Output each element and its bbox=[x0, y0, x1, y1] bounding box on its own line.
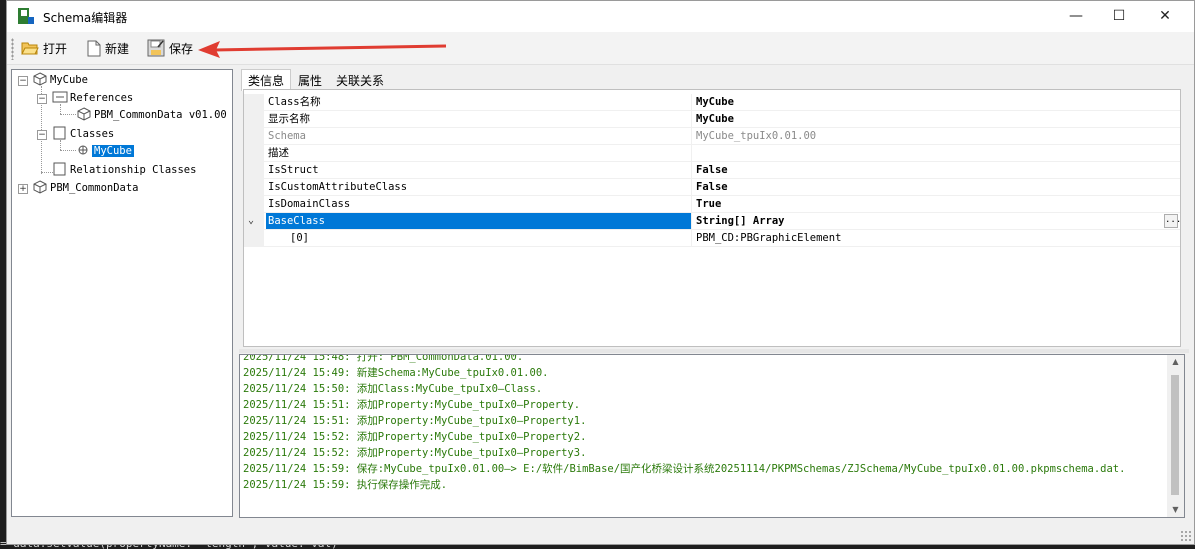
property-value[interactable]: String[] Array bbox=[696, 213, 1176, 229]
tree-line bbox=[60, 140, 61, 150]
minimize-button[interactable]: — bbox=[1053, 1, 1099, 32]
property-name: [0] bbox=[266, 230, 692, 246]
new-button[interactable]: 新建 bbox=[87, 37, 129, 59]
cube-icon bbox=[32, 179, 48, 197]
log-line: 2025/11/24 15:51: 添加Property:MyCube_tpuI… bbox=[243, 415, 587, 427]
new-label: 新建 bbox=[105, 41, 130, 56]
property-value: MyCube_tpuIx0.01.00 bbox=[696, 130, 817, 142]
root-collapse-toggle[interactable]: − bbox=[18, 76, 28, 86]
toolbar: 打开 新建 保存 bbox=[7, 32, 1194, 65]
tab-strip: 类信息 属性 关联关系 bbox=[241, 69, 391, 91]
open-button[interactable]: 打开 bbox=[21, 37, 67, 59]
property-name: 描述 bbox=[266, 145, 692, 161]
tree-node-classes-label: Classes bbox=[70, 128, 115, 140]
property-row[interactable]: IsDomainClass True bbox=[244, 196, 1180, 213]
panel-splitter[interactable] bbox=[239, 349, 1189, 353]
tab-class-info[interactable]: 类信息 bbox=[241, 69, 292, 91]
tree-node-common-data-label: PBM_CommonData bbox=[50, 182, 139, 194]
open-label: 打开 bbox=[43, 41, 68, 56]
property-row[interactable]: 描述 bbox=[244, 145, 1180, 162]
references-collapse-toggle[interactable]: − bbox=[37, 94, 47, 104]
property-value[interactable]: PBM_CD:PBGraphicElement bbox=[696, 230, 1176, 246]
property-row[interactable]: Class名称 MyCube bbox=[244, 94, 1180, 111]
resize-grip[interactable] bbox=[1180, 530, 1192, 542]
property-value[interactable]: False bbox=[696, 162, 1176, 178]
ellipsis-button[interactable]: ... bbox=[1164, 214, 1180, 228]
scroll-thumb[interactable] bbox=[1171, 375, 1179, 495]
save-icon bbox=[147, 39, 165, 57]
folder-open-icon bbox=[21, 40, 39, 56]
app-logo-icon bbox=[17, 7, 35, 25]
property-row[interactable]: IsStruct False bbox=[244, 162, 1180, 179]
toolbar-grip[interactable] bbox=[11, 38, 14, 60]
tree-node-class-item-label: MyCube bbox=[91, 144, 135, 158]
tree-node-relationship-classes-label: Relationship Classes bbox=[70, 164, 197, 176]
tree-line bbox=[60, 150, 76, 151]
property-value[interactable]: MyCube bbox=[696, 94, 1176, 110]
window-title: Schema编辑器 bbox=[43, 11, 128, 25]
tree-line bbox=[60, 114, 76, 115]
tree-node-references-label: References bbox=[70, 92, 134, 104]
annotation-arrow-icon bbox=[198, 41, 447, 58]
tree-node-ref-item[interactable]: PBM_CommonData v01.00 bbox=[76, 106, 229, 124]
property-name: BaseClass bbox=[266, 213, 692, 229]
property-row[interactable]: [0] PBM_CD:PBGraphicElement bbox=[244, 230, 1180, 247]
log-line: 2025/11/24 15:51: 添加Property:MyCube_tpuI… bbox=[243, 399, 581, 411]
tree-node-relationship-classes[interactable]: Relationship Classes bbox=[52, 162, 198, 178]
property-row-selected[interactable]: ⌄ BaseClass String[] Array ... bbox=[244, 213, 1180, 230]
property-name: IsCustomAttributeClass bbox=[266, 179, 692, 195]
log-line: 2025/11/24 15:52: 添加Property:MyCube_tpuI… bbox=[243, 431, 587, 443]
property-grid[interactable]: Class名称 MyCube 显示名称 MyCube Schema MyCube… bbox=[243, 89, 1181, 347]
property-value[interactable]: False bbox=[696, 179, 1176, 195]
folder-icon bbox=[52, 162, 68, 179]
log-output[interactable]: 2025/11/24 15:48: 打开: PBM_CommonData.01.… bbox=[239, 354, 1185, 518]
property-value[interactable]: MyCube bbox=[696, 111, 1176, 127]
property-name: 显示名称 bbox=[266, 111, 692, 127]
tree-node-ref-item-label: PBM_CommonData v01.00 bbox=[94, 109, 227, 121]
close-button[interactable]: ✕ bbox=[1142, 1, 1188, 32]
chevron-down-icon[interactable]: ⌄ bbox=[248, 213, 254, 229]
schema-editor-window: Schema编辑器 — ☐ ✕ 打开 新建 保存 − MyCube − Refe… bbox=[6, 0, 1195, 545]
property-value[interactable] bbox=[696, 145, 1176, 161]
scroll-up-arrow-icon[interactable]: ▲ bbox=[1167, 355, 1184, 369]
property-name: Class名称 bbox=[266, 94, 692, 110]
log-line: 2025/11/24 15:48: 打开: PBM_CommonData.01.… bbox=[243, 354, 524, 363]
new-file-icon bbox=[87, 40, 101, 57]
log-line: 2025/11/24 15:50: 添加Class:MyCube_tpuIx0—… bbox=[243, 383, 543, 395]
title-bar[interactable]: Schema编辑器 — ☐ ✕ bbox=[7, 1, 1194, 32]
scroll-down-arrow-icon[interactable]: ▼ bbox=[1167, 503, 1184, 517]
save-label: 保存 bbox=[169, 41, 194, 56]
property-row[interactable]: 显示名称 MyCube bbox=[244, 111, 1180, 128]
property-name: IsStruct bbox=[266, 162, 692, 178]
classes-collapse-toggle[interactable]: − bbox=[37, 130, 47, 140]
maximize-button[interactable]: ☐ bbox=[1096, 1, 1142, 32]
log-line: 2025/11/24 15:52: 添加Property:MyCube_tpuI… bbox=[243, 447, 587, 459]
property-name: Schema bbox=[266, 128, 692, 144]
log-scrollbar[interactable]: ▲ ▼ bbox=[1167, 355, 1184, 517]
log-line: 2025/11/24 15:59: 保存:MyCube_tpuIx0.01.00… bbox=[243, 463, 1126, 475]
tree-node-references[interactable]: References bbox=[52, 90, 135, 106]
log-line: 2025/11/24 15:49: 新建Schema:MyCube_tpuIx0… bbox=[243, 367, 549, 379]
tree-node-root-label: MyCube bbox=[50, 74, 88, 86]
tree-node-class-item[interactable]: MyCube bbox=[76, 143, 135, 160]
status-bar bbox=[7, 522, 1194, 544]
property-row[interactable]: IsCustomAttributeClass False bbox=[244, 179, 1180, 196]
log-line: 2025/11/24 15:59: 执行保存操作完成. bbox=[243, 479, 448, 491]
property-value[interactable]: True bbox=[696, 196, 1176, 212]
common-data-expand-toggle[interactable]: + bbox=[18, 184, 28, 194]
tree-line bbox=[60, 104, 61, 114]
class-icon bbox=[76, 143, 92, 160]
tree-node-common-data[interactable]: PBM_CommonData bbox=[32, 179, 141, 197]
cube-icon bbox=[32, 71, 48, 89]
property-row[interactable]: Schema MyCube_tpuIx0.01.00 bbox=[244, 128, 1180, 145]
tree-node-classes[interactable]: Classes bbox=[52, 126, 116, 142]
cube-icon bbox=[76, 106, 92, 124]
save-button[interactable]: 保存 bbox=[147, 37, 193, 59]
property-name: IsDomainClass bbox=[266, 196, 692, 212]
schema-tree[interactable]: − MyCube − References PBM_CommonData v01… bbox=[11, 69, 233, 517]
